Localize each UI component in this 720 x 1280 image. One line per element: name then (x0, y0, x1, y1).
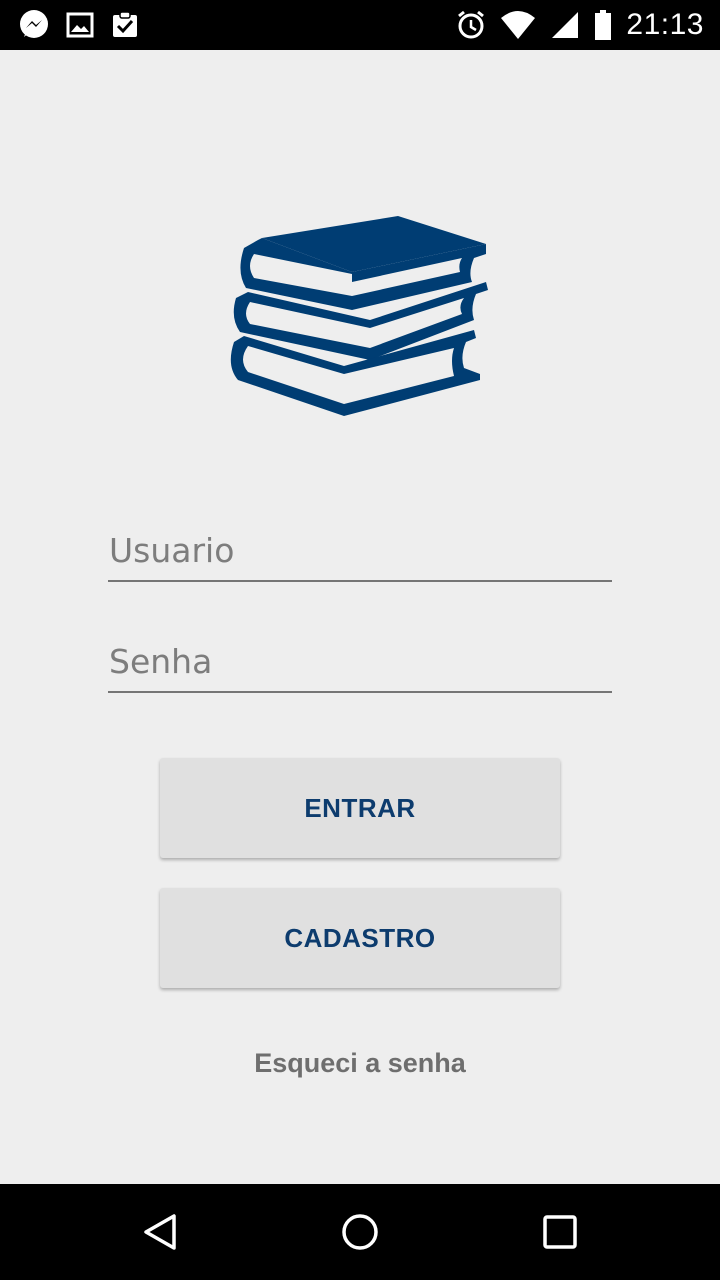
password-field-container (108, 631, 612, 693)
wifi-icon (500, 10, 536, 40)
battery-icon (594, 9, 612, 41)
image-icon (66, 11, 94, 39)
navigation-bar (0, 1184, 720, 1280)
books-stack-icon (228, 210, 492, 426)
recents-icon[interactable] (538, 1210, 582, 1254)
username-input[interactable] (108, 520, 612, 580)
clipboard-check-icon (110, 10, 140, 40)
signup-button[interactable]: CADASTRO (160, 888, 560, 988)
forgot-password-link[interactable]: Esqueci a senha (0, 1048, 720, 1079)
signal-icon (550, 10, 580, 40)
status-bar: 21:13 (0, 0, 720, 50)
messenger-icon (18, 9, 50, 41)
alarm-icon (456, 9, 486, 41)
back-icon[interactable] (138, 1210, 182, 1254)
enter-button[interactable]: ENTRAR (160, 758, 560, 858)
username-field-container (108, 520, 612, 582)
status-clock: 21:13 (626, 8, 704, 41)
password-input[interactable] (108, 631, 612, 691)
home-icon[interactable] (338, 1210, 382, 1254)
